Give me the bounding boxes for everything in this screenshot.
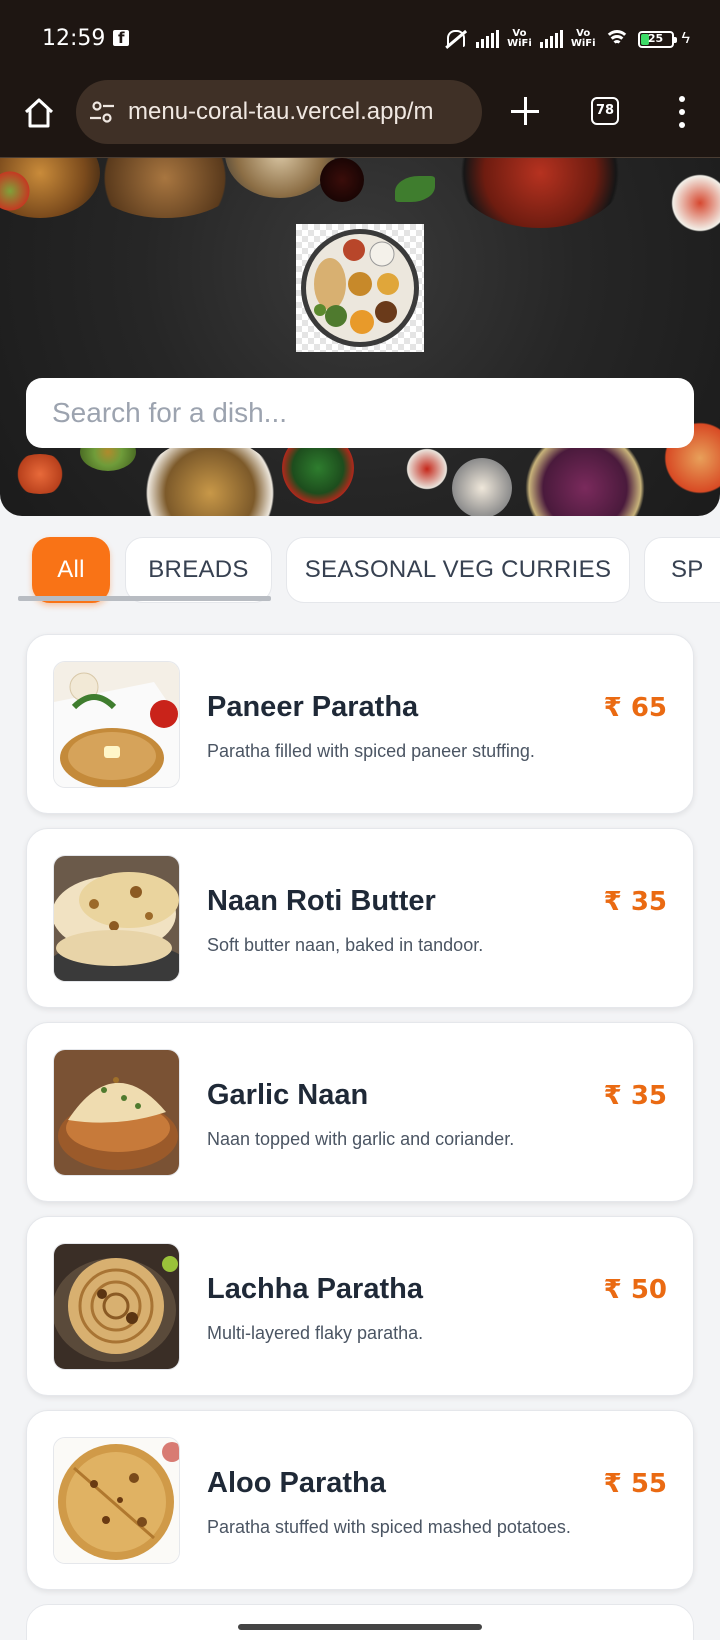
food-decoration — [225, 158, 335, 198]
restaurant-logo — [296, 224, 424, 352]
facebook-icon — [113, 29, 129, 47]
menu-item-card[interactable]: Aloo Paratha Paratha stuffed with spiced… — [26, 1410, 694, 1590]
menu-item-card[interactable]: Lachha Paratha Multi-layered flaky parat… — [26, 1216, 694, 1396]
dish-image — [53, 855, 180, 982]
menu-item-card[interactable]: Naan Roti Butter Soft butter naan, baked… — [26, 828, 694, 1008]
category-tab-seasonal-veg-curries[interactable]: SEASONAL VEG CURRIES — [286, 537, 630, 603]
menu-item-card-partial[interactable] — [26, 1604, 694, 1640]
dish-price: ₹ 50 — [603, 1275, 667, 1305]
dish-image — [53, 1437, 180, 1564]
dish-image — [53, 661, 180, 788]
dish-name: Paneer Paratha — [207, 691, 419, 723]
dish-description: Multi-layered flaky paratha. — [207, 1323, 424, 1343]
category-tab-all[interactable]: All — [32, 537, 110, 603]
browser-toolbar: menu-coral-tau.vercel.app/m 78 — [0, 78, 720, 158]
menu-item-card[interactable]: Paneer Paratha Paratha filled with spice… — [26, 634, 694, 814]
menu-item-card[interactable]: Garlic Naan Naan topped with garlic and … — [26, 1022, 694, 1202]
dish-name: Lachha Paratha — [207, 1273, 423, 1305]
search-input[interactable] — [26, 378, 694, 448]
new-tab-plus-icon[interactable] — [508, 94, 542, 128]
vowifi-label: Vo WiFi — [507, 28, 532, 49]
vowifi-label: Vo WiFi — [570, 28, 596, 49]
food-decoration — [455, 158, 625, 228]
dish-name: Garlic Naan — [207, 1079, 369, 1111]
url-text[interactable]: menu-coral-tau.vercel.app/m — [128, 98, 433, 126]
dish-image — [53, 1243, 180, 1370]
food-decoration — [395, 176, 435, 202]
battery-level: 25 — [647, 31, 664, 45]
food-decoration — [320, 158, 364, 202]
dish-image — [53, 1049, 180, 1176]
address-bar[interactable]: menu-coral-tau.vercel.app/m — [76, 80, 482, 144]
dish-description: Soft butter naan, baked in tandoor. — [207, 935, 484, 955]
dish-description: Naan topped with garlic and coriander. — [207, 1129, 515, 1149]
mute-icon — [442, 26, 468, 52]
dish-price: ₹ 65 — [603, 693, 667, 723]
food-decoration — [140, 438, 280, 516]
battery-icon: 25 — [637, 30, 677, 48]
wifi-icon — [603, 28, 630, 50]
charging-bolt-icon: ϟ — [681, 30, 690, 47]
food-decoration — [10, 454, 70, 494]
food-decoration — [90, 158, 240, 218]
home-icon[interactable] — [22, 96, 56, 130]
dish-description: Paratha filled with spiced paneer stuffi… — [207, 741, 535, 761]
food-decoration — [665, 168, 720, 238]
category-scroll-indicator — [18, 596, 271, 601]
gesture-navigation-bar[interactable] — [238, 1624, 482, 1630]
dish-price: ₹ 55 — [603, 1469, 667, 1499]
more-menu-icon[interactable] — [676, 96, 686, 128]
dish-price: ₹ 35 — [603, 887, 667, 917]
status-time: 12:59 — [42, 26, 106, 51]
thali-logo-icon — [301, 229, 419, 347]
status-bar: 12:59 Vo WiFi Vo WiFi 25 ϟ — [0, 0, 720, 78]
food-decoration — [452, 458, 512, 516]
dish-name: Aloo Paratha — [207, 1467, 386, 1499]
category-tab-specials[interactable]: SP — [644, 537, 720, 603]
signal-icon — [476, 30, 500, 48]
hero-banner — [0, 158, 720, 516]
tab-switcher-icon[interactable]: 78 — [591, 97, 619, 125]
status-icons: Vo WiFi Vo WiFi 25 ϟ — [442, 24, 690, 54]
dish-name: Naan Roti Butter — [207, 885, 436, 917]
category-tab-breads[interactable]: BREADS — [125, 537, 272, 603]
dish-price: ₹ 35 — [603, 1081, 667, 1111]
dish-description: Paratha stuffed with spiced mashed potat… — [207, 1517, 571, 1537]
food-decoration — [404, 446, 450, 492]
site-settings-icon[interactable] — [88, 98, 116, 126]
signal-icon — [539, 30, 563, 48]
